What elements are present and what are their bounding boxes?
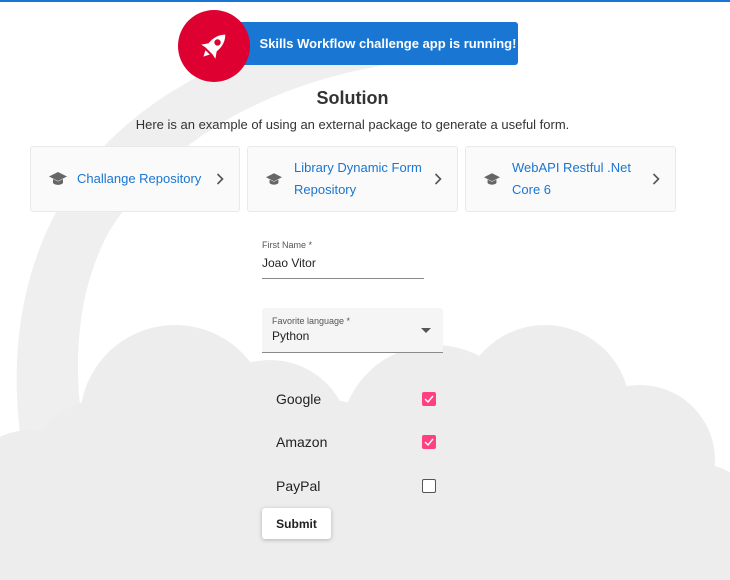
dropdown-arrow-icon[interactable] xyxy=(421,328,431,333)
chevron-right-icon xyxy=(433,173,443,185)
check-icon xyxy=(424,438,434,446)
app-running-banner: Skills Workflow challenge app is running… xyxy=(236,22,518,65)
graduation-cap-icon xyxy=(484,172,506,186)
check-icon xyxy=(424,395,434,403)
checkbox-row-amazon[interactable]: Amazon xyxy=(276,432,436,452)
card-label: Library Dynamic Form Repository xyxy=(294,160,422,197)
first-name-label: First Name * xyxy=(262,240,313,250)
favorite-language-label: Favorite language * xyxy=(272,316,351,326)
amazon-checkbox[interactable] xyxy=(422,435,436,449)
google-checkbox[interactable] xyxy=(422,392,436,406)
graduation-cap-icon xyxy=(266,172,288,186)
checkbox-label: PayPal xyxy=(276,478,321,494)
first-name-field[interactable]: First Name * Joao Vitor xyxy=(262,240,424,279)
first-name-underline xyxy=(262,278,424,279)
card-webapi-restful-net-core-6[interactable]: WebAPI Restful .Net Core 6 xyxy=(465,146,676,212)
card-library-dynamic-form-repository[interactable]: Library Dynamic Form Repository xyxy=(247,146,458,212)
favorite-language-value: Python xyxy=(272,329,310,343)
page-title: Solution xyxy=(316,88,389,108)
page-subtitle: Here is an example of using an external … xyxy=(135,117,570,132)
checkbox-row-google[interactable]: Google xyxy=(276,389,436,409)
rocket-icon xyxy=(178,10,250,82)
chevron-right-icon xyxy=(651,173,661,185)
paypal-checkbox[interactable] xyxy=(422,479,436,493)
checkbox-label: Google xyxy=(276,391,322,407)
favorite-language-select[interactable]: Favorite language * Python xyxy=(262,308,443,353)
checkbox-label: Amazon xyxy=(276,434,328,450)
checkbox-row-paypal[interactable]: PayPal xyxy=(276,476,436,496)
card-challange-repository[interactable]: Challange Repository xyxy=(30,146,240,212)
banner-text: Skills Workflow challenge app is running… xyxy=(259,36,517,51)
card-label: Challange Repository xyxy=(77,171,202,186)
first-name-input[interactable]: Joao Vitor xyxy=(262,256,424,272)
chevron-right-icon xyxy=(215,173,225,185)
card-label: WebAPI Restful .Net Core 6 xyxy=(512,160,631,197)
graduation-cap-icon xyxy=(49,172,71,186)
submit-button[interactable]: Submit xyxy=(262,508,331,539)
